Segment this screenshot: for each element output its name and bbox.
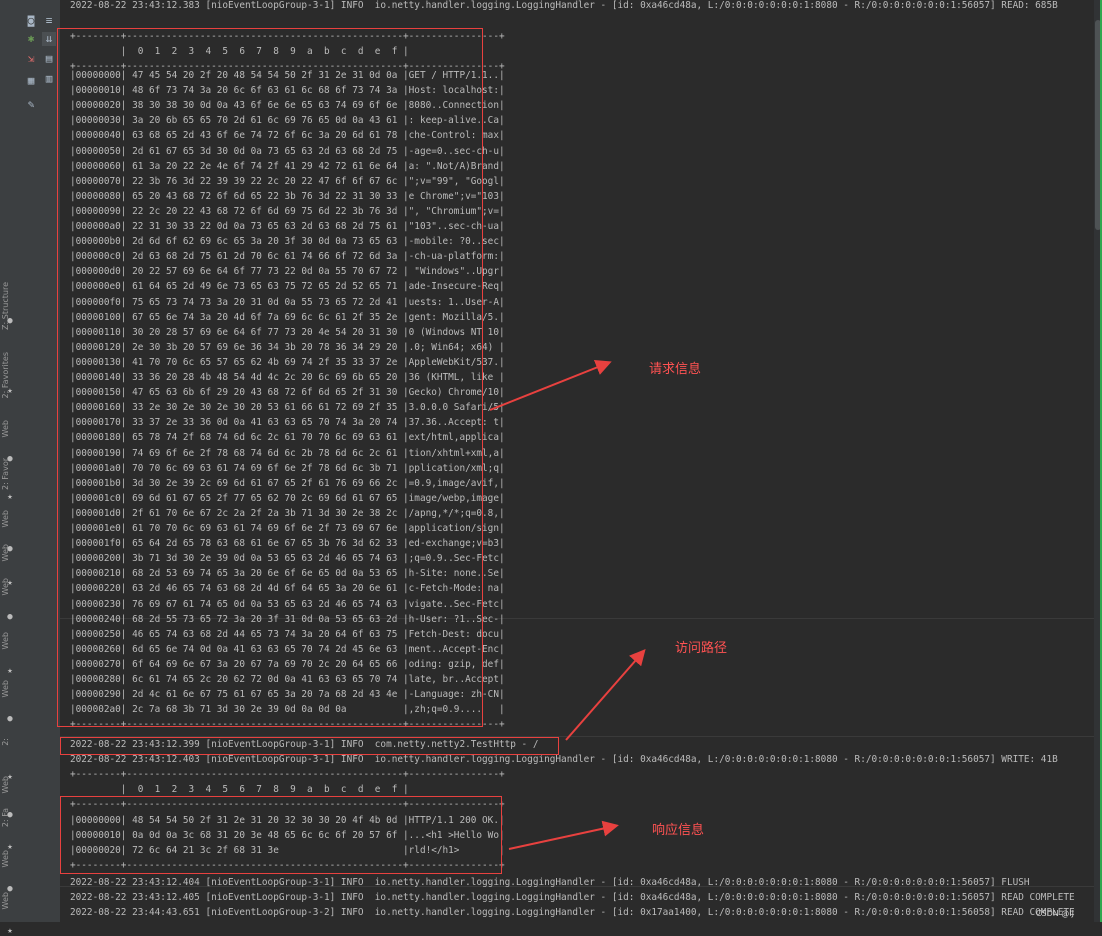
watermark: CSDN @IJ	[1035, 909, 1074, 918]
request-arrow	[489, 360, 612, 411]
path-annotation: 访问路径	[675, 641, 728, 656]
path-arrow	[565, 648, 646, 741]
response-arrow	[508, 820, 619, 850]
star-icon: ★	[7, 926, 13, 936]
response-annotation: 响应信息	[652, 823, 705, 838]
annotation-arrows	[489, 360, 646, 850]
request-annotation: 请求信息	[649, 362, 702, 377]
